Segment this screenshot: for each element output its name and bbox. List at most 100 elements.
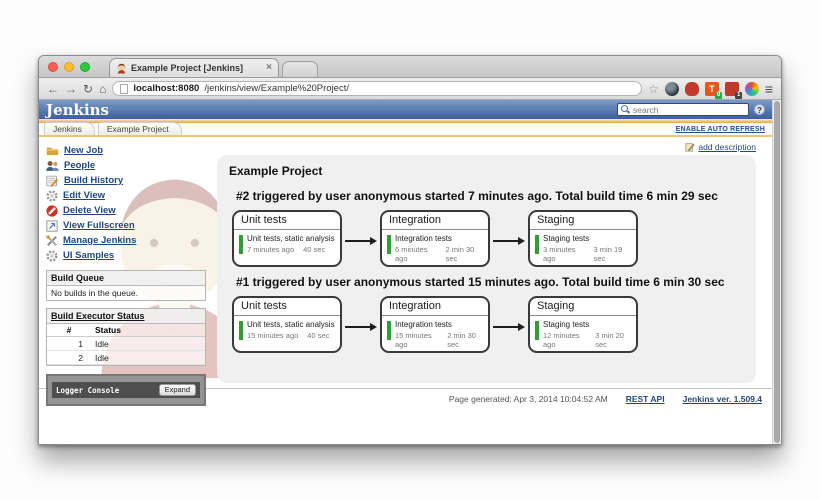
bookmark-star-icon[interactable]: ☆ xyxy=(648,82,659,96)
pipeline-stage-unit-tests[interactable]: Unit tests Unit tests, static analysis 1… xyxy=(232,296,342,353)
task-success-bar xyxy=(535,235,539,254)
reload-button[interactable]: ↻ xyxy=(83,83,93,95)
jenkins-version-link[interactable]: Jenkins ver. 1.509.4 xyxy=(683,394,762,404)
stage-title: Staging xyxy=(530,298,636,316)
pipeline-row: Unit tests Unit tests, static analysis 1… xyxy=(232,296,744,353)
stage-task: Integration tests 15 minutes ago 2 min 30… xyxy=(382,316,488,349)
vertical-scrollbar[interactable] xyxy=(772,100,781,444)
build-executor-title[interactable]: Build Executor Status xyxy=(47,309,205,324)
sidebar-item-delete-view[interactable]: Delete View xyxy=(46,203,210,218)
task-time-ago: 15 minutes ago xyxy=(247,330,299,340)
tab-jenkins[interactable]: Jenkins xyxy=(44,122,95,135)
browser-menu-icon[interactable]: ≡ xyxy=(765,82,773,96)
task-name[interactable]: Unit tests, static analysis xyxy=(247,320,335,330)
url-domain: localhost:8080 xyxy=(133,83,200,94)
stage-title: Integration xyxy=(382,298,488,316)
jenkins-logo[interactable]: Jenkins xyxy=(46,101,109,119)
browser-tab[interactable]: Example Project [Jenkins] × xyxy=(109,58,279,77)
expand-button[interactable]: Expand xyxy=(158,384,196,396)
ui-samples-gear-icon xyxy=(46,249,58,262)
sidebar-item-label: UI Samples xyxy=(63,250,115,261)
project-title: Example Project xyxy=(229,164,323,178)
content-area: New Job People Build History Edit View D… xyxy=(39,137,772,406)
executor-col-status: Status xyxy=(91,324,205,337)
extension-colorwheel-icon[interactable] xyxy=(664,81,679,96)
window-zoom-button[interactable] xyxy=(80,62,90,72)
executor-row-status: Idle xyxy=(91,351,205,365)
logger-console-panel: Logger Console Expand xyxy=(46,374,206,406)
add-description-row: add description xyxy=(217,140,756,153)
task-time-ago: 7 minutes ago xyxy=(247,244,295,254)
stage-task: Staging tests 3 minutes ago 3 min 19 sec xyxy=(530,230,636,263)
executor-row-number: 2 xyxy=(47,351,91,365)
sidebar-item-new-job[interactable]: New Job xyxy=(46,143,210,158)
sidebar-item-ui-samples[interactable]: UI Samples xyxy=(46,248,210,263)
tab-example-project[interactable]: Example Project xyxy=(97,122,182,135)
help-icon[interactable]: ? xyxy=(754,104,765,115)
extension-t-icon[interactable]: T0 xyxy=(704,81,722,99)
add-description-link[interactable]: add description xyxy=(698,142,756,152)
executor-row-number: 1 xyxy=(47,337,91,351)
rest-api-link[interactable]: REST API xyxy=(626,394,665,404)
pipeline-stage-staging[interactable]: Staging Staging tests 3 minutes ago 3 min… xyxy=(528,210,638,267)
new-tab-button[interactable] xyxy=(282,61,318,77)
sidebar-item-label: Build History xyxy=(64,175,124,186)
new-job-icon xyxy=(46,147,59,155)
sidebar-item-build-history[interactable]: Build History xyxy=(46,173,210,188)
address-bar[interactable]: localhost:8080/jenkins/view/Example%20Pr… xyxy=(112,81,643,96)
task-name[interactable]: Integration tests xyxy=(395,234,483,244)
browser-tab-bar: Example Project [Jenkins] × xyxy=(39,56,781,78)
forward-button[interactable]: → xyxy=(65,83,77,95)
scrollbar-thumb[interactable] xyxy=(774,101,780,443)
pipeline-arrow-icon xyxy=(490,237,528,245)
sidebar-item-edit-view[interactable]: Edit View xyxy=(46,188,210,203)
stage-task: Integration tests 6 minutes ago 2 min 30 … xyxy=(382,230,488,263)
task-name[interactable]: Staging tests xyxy=(543,234,631,244)
desktop-background: Example Project [Jenkins] × ← → ↻ ⌂ loca… xyxy=(0,0,820,499)
task-name[interactable]: Integration tests xyxy=(395,320,483,330)
task-duration: 40 sec xyxy=(303,244,326,254)
back-button[interactable]: ← xyxy=(47,83,59,95)
page-bottom-whitespace xyxy=(39,405,772,444)
pipeline-stage-integration[interactable]: Integration Integration tests 6 minutes … xyxy=(380,210,490,267)
delete-view-icon xyxy=(46,204,58,217)
build-queue-title: Build Queue xyxy=(47,271,205,286)
task-duration: 2 min 30 sec xyxy=(445,244,475,263)
sidebar-item-view-fullscreen[interactable]: View Fullscreen xyxy=(46,218,210,233)
tab-title: Example Project [Jenkins] xyxy=(131,63,244,73)
task-name[interactable]: Staging tests xyxy=(543,320,631,330)
extension-adblock-icon[interactable]: 1 xyxy=(724,81,742,99)
pipeline-stage-unit-tests[interactable]: Unit tests Unit tests, static analysis 7… xyxy=(232,210,342,267)
manage-jenkins-icon xyxy=(46,234,58,246)
search-box[interactable] xyxy=(617,103,749,116)
task-time-ago: 3 minutes ago xyxy=(543,244,576,263)
task-success-bar xyxy=(239,235,243,254)
task-success-bar xyxy=(387,235,391,254)
task-time-ago: 6 minutes ago xyxy=(395,244,428,263)
extension-swirl-icon[interactable] xyxy=(744,81,759,96)
people-icon xyxy=(46,160,59,171)
edit-view-gear-icon xyxy=(46,189,58,202)
logger-console-bar: Logger Console Expand xyxy=(52,382,200,398)
window-close-button[interactable] xyxy=(48,62,58,72)
task-duration: 3 min 20 sec xyxy=(595,330,624,349)
stage-title: Integration xyxy=(382,212,488,230)
extension-badge: 1 xyxy=(735,91,742,99)
tab-close-icon[interactable]: × xyxy=(266,63,272,73)
extension-red-icon[interactable] xyxy=(684,81,699,96)
stage-task: Unit tests, static analysis 7 minutes ag… xyxy=(234,230,340,254)
pipeline-stage-staging[interactable]: Staging Staging tests 12 minutes ago 3 mi… xyxy=(528,296,638,353)
home-button[interactable]: ⌂ xyxy=(99,83,106,95)
sidebar-item-people[interactable]: People xyxy=(46,158,210,173)
sidebar-item-label: View Fullscreen xyxy=(63,220,135,231)
window-minimize-button[interactable] xyxy=(64,62,74,72)
task-duration: 40 sec xyxy=(307,330,330,340)
browser-viewport: Jenkins ? Jenkins Example Project ENABLE… xyxy=(39,100,781,444)
enable-auto-refresh-link[interactable]: ENABLE AUTO REFRESH xyxy=(676,126,765,133)
search-input[interactable] xyxy=(633,104,745,115)
sidebar-item-manage-jenkins[interactable]: Manage Jenkins xyxy=(46,233,210,248)
pipeline-stage-integration[interactable]: Integration Integration tests 15 minutes… xyxy=(380,296,490,353)
build-queue-panel: Build Queue No builds in the queue. xyxy=(46,270,206,301)
task-name[interactable]: Unit tests, static analysis xyxy=(247,234,335,244)
url-path: /jenkins/view/Example%20Project/ xyxy=(204,83,349,94)
